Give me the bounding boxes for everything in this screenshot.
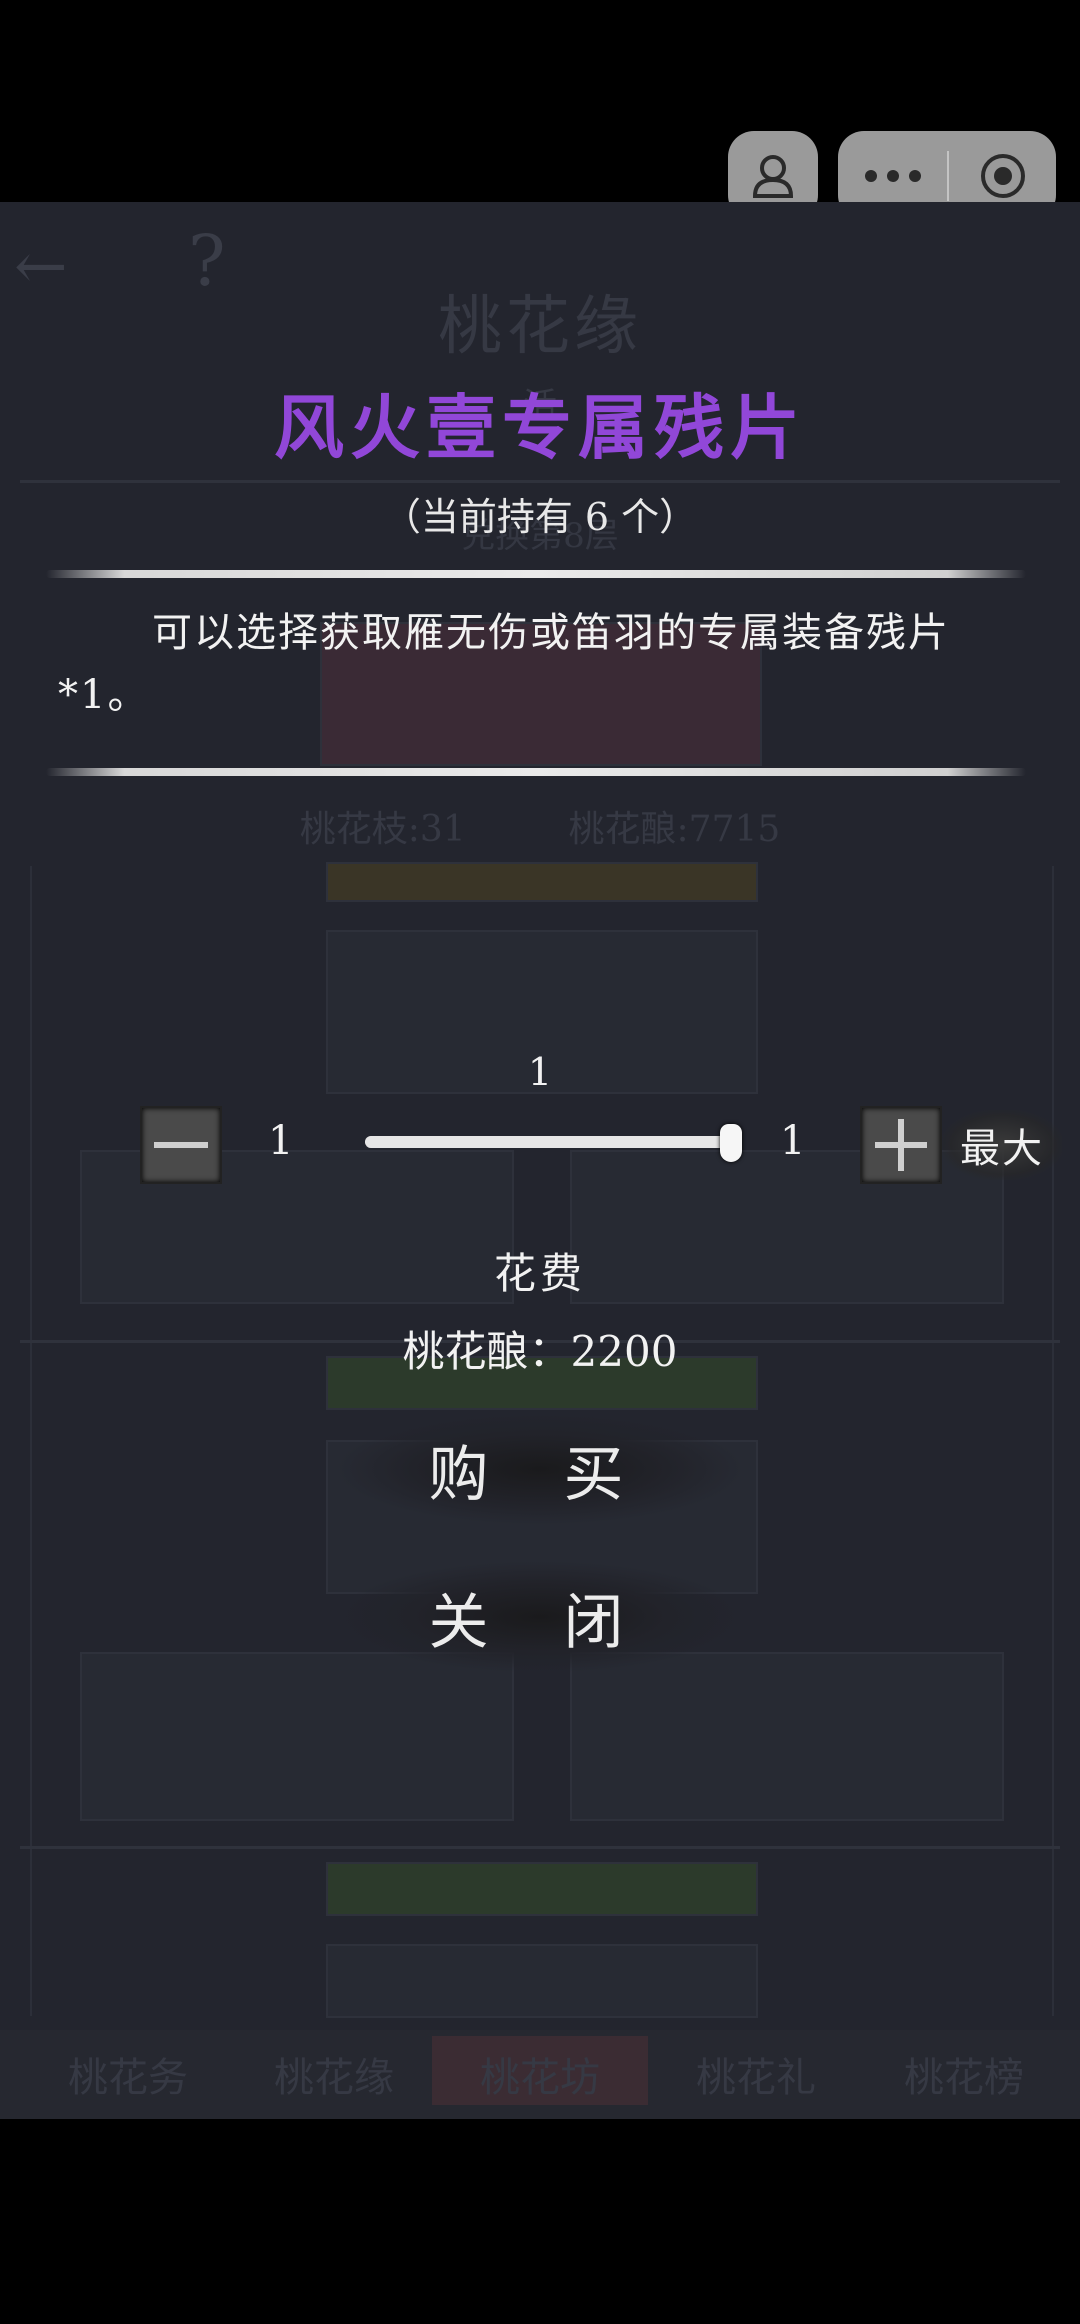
close-button[interactable]: 关 闭: [340, 1562, 740, 1672]
background-floor-banner: [326, 862, 758, 902]
background-title: 桃花缘: [438, 290, 642, 364]
max-quantity-button[interactable]: 最大: [942, 1110, 1062, 1180]
buy-button[interactable]: 购 买: [340, 1414, 740, 1524]
cost-value: 桃花酿：2200: [402, 1327, 678, 1376]
bottom-bar: [0, 2119, 1080, 2324]
quantity-min: 1: [268, 1118, 294, 1164]
quantity-max: 1: [780, 1118, 806, 1164]
quantity-current: 1: [527, 1050, 553, 1094]
cost-label: 花费: [493, 1249, 586, 1298]
background-divider: [20, 480, 1060, 483]
decrease-quantity-button[interactable]: [140, 1106, 222, 1184]
background-item-card: [80, 1652, 514, 1821]
tab-tasks[interactable]: 桃花务: [20, 2045, 236, 2103]
increase-quantity-button[interactable]: [860, 1106, 942, 1184]
person-icon: [752, 155, 794, 198]
ink-divider: [46, 570, 1026, 578]
tab-fate[interactable]: 桃花缘: [226, 2045, 442, 2103]
tab-gifts[interactable]: 桃花礼: [648, 2045, 864, 2103]
background-currency-row: 桃花枝:31 桃花酿:7715: [0, 800, 1080, 852]
ink-divider: [46, 768, 1026, 776]
held-count: （当前持有 6 个）: [382, 495, 698, 539]
tab-shop[interactable]: 桃花坊: [432, 2036, 648, 2105]
slider-thumb[interactable]: [720, 1124, 742, 1162]
dialog-title: 风火壹专属残片: [274, 386, 806, 469]
background-floor-banner: [326, 1862, 758, 1916]
item-description: 可以选择获取雁无伤或笛羽的专属装备残片*1。: [58, 610, 950, 718]
quantity-slider[interactable]: [365, 1136, 735, 1148]
more-dots-icon: [864, 170, 921, 182]
background-branch-count: 桃花枝:31: [299, 809, 466, 850]
target-circle-icon: [980, 154, 1025, 198]
background-wine-count: 桃花酿:7715: [568, 809, 781, 850]
background-item-card: [326, 1944, 758, 2018]
background-divider: [20, 1846, 1060, 1849]
tab-ranking[interactable]: 桃花榜: [856, 2045, 1072, 2103]
slider-fill: [365, 1136, 735, 1148]
minus-icon: [154, 1142, 208, 1148]
background-item-card: [570, 1652, 1004, 1821]
plus-icon: [862, 1108, 940, 1182]
